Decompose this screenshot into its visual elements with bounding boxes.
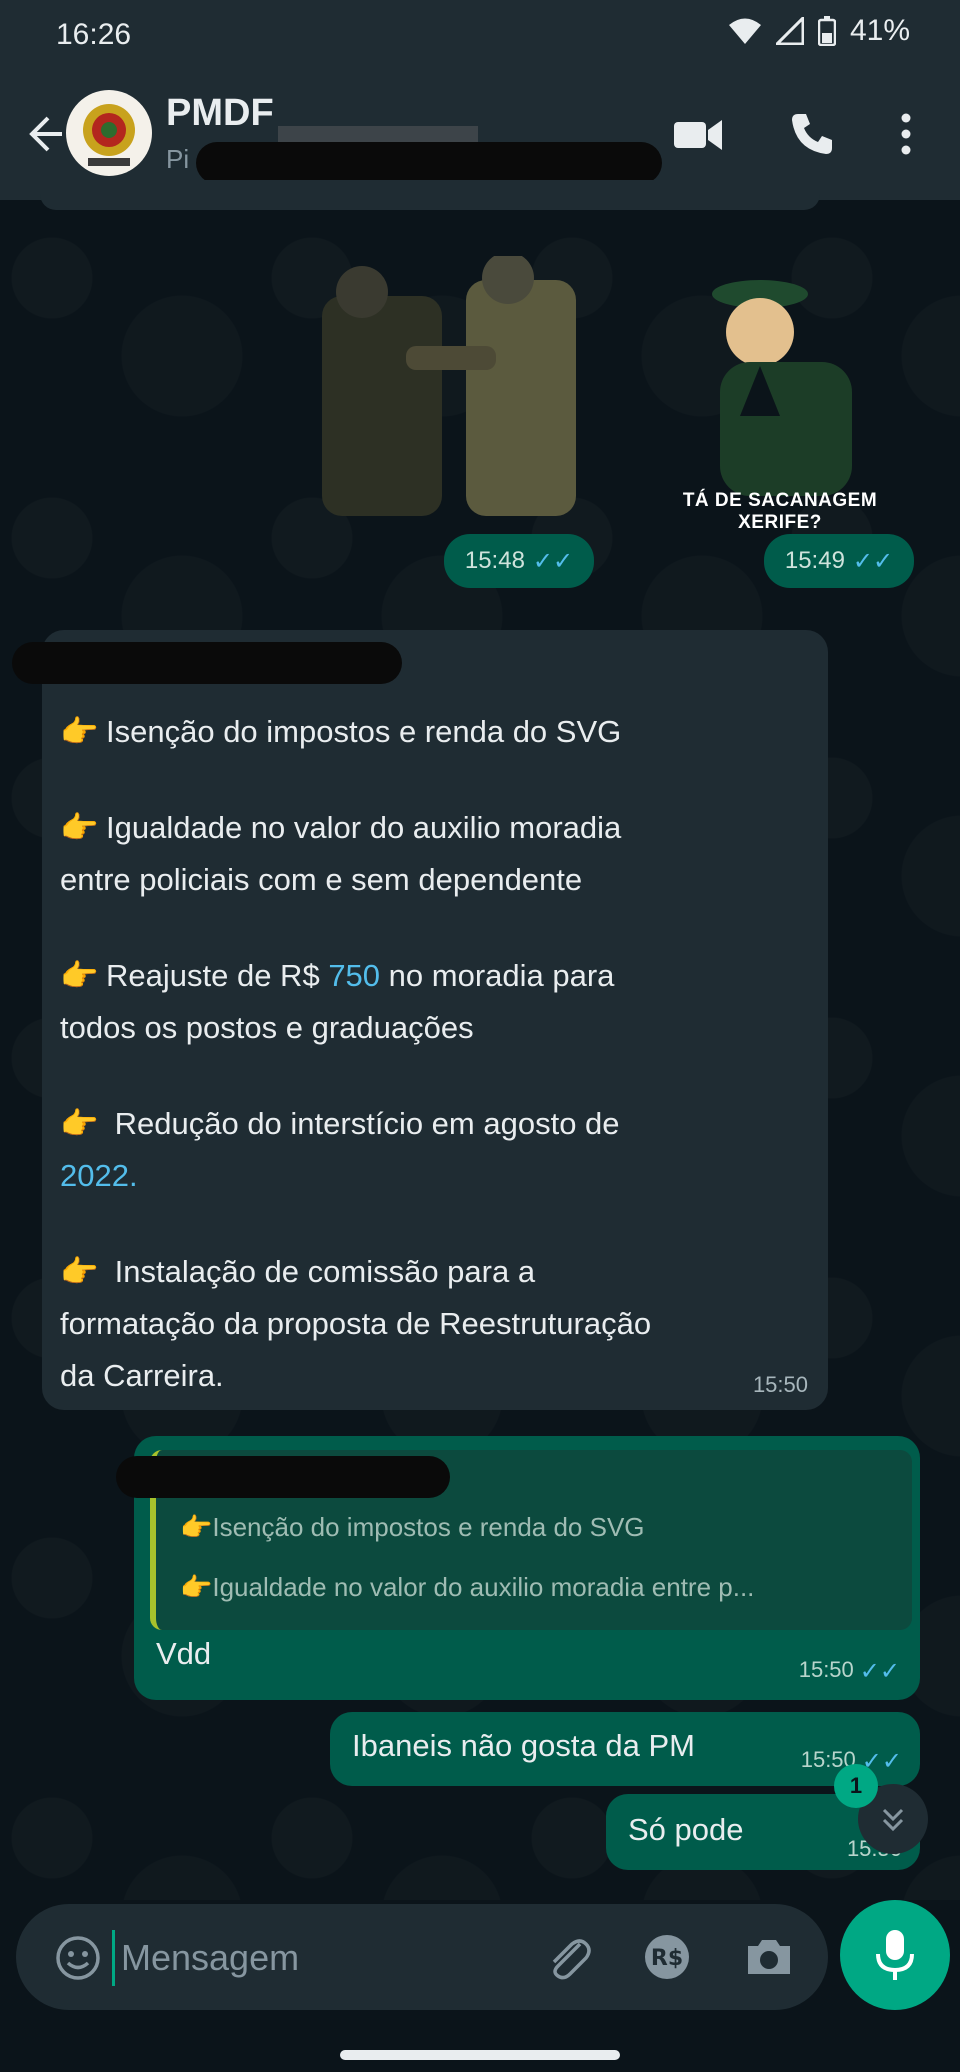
quoted-message[interactable]: 👉Isenção do impostos e renda do SVG 👉Igu…	[116, 1450, 912, 1630]
list-item: 👉 Reajuste de R$ 750 no moradia para	[60, 950, 820, 1002]
list-item-continuation: entre policiais com e sem dependente	[60, 862, 583, 897]
number-link[interactable]: 750	[328, 958, 380, 993]
status-time: 16:26	[56, 18, 132, 51]
chat-area[interactable]: 15:48 ✓✓ TÁ DE SACANAGEM XERIFE? 15:49 ✓✓ …	[0, 180, 960, 1900]
battery-level: 41%	[849, 14, 910, 47]
svg-text:R$: R$	[651, 1946, 683, 1971]
message-time: 15:49	[784, 547, 845, 574]
previous-message-stub	[40, 180, 820, 210]
wifi-icon	[728, 18, 761, 44]
pointing-hand-icon: 👉	[60, 1254, 99, 1289]
phone-call-icon[interactable]	[788, 110, 836, 158]
redaction-mark	[196, 142, 662, 184]
attach-icon[interactable]	[542, 1930, 596, 1984]
read-tick-icon: ✓✓	[532, 547, 574, 575]
unread-badge: 1	[834, 1764, 878, 1808]
list-item-continuation: todos os postos e graduações	[60, 1010, 474, 1045]
emoji-icon[interactable]	[54, 1934, 102, 1982]
camera-icon[interactable]	[742, 1930, 796, 1984]
message-input[interactable]	[112, 1930, 523, 1986]
home-gesture-handle[interactable]	[340, 2050, 620, 2060]
quoted-line: 👉Isenção do impostos e renda do SVG	[180, 1512, 645, 1542]
battery-icon	[817, 16, 836, 46]
message-meta: 15:50 ✓✓	[799, 1657, 900, 1686]
pmdf-emblem-icon	[83, 104, 135, 166]
sticker-time-pill: 15:48 ✓✓	[444, 534, 594, 588]
sticker-caption: TÁ DE SACANAGEM XERIFE?	[682, 490, 878, 533]
outgoing-message-bubble[interactable]: Ibaneis não gosta da PM 15:50 ✓✓	[330, 1712, 920, 1786]
list-item: 👉 Isenção do impostos e renda do SVG	[60, 706, 820, 758]
microphone-icon	[876, 1930, 914, 1980]
list-item-continuation: formatação da proposta de Reestruturação	[60, 1306, 652, 1341]
message-body: 👉 Isenção do impostos e renda do SVG 👉 Igu…	[60, 706, 820, 1402]
message-time: 15:50	[798, 1657, 854, 1682]
contact-name[interactable]: PMDF	[166, 92, 274, 135]
redaction-mark	[12, 642, 402, 684]
incoming-message-bubble[interactable]: 👉 Isenção do impostos e renda do SVG 👉 Igu…	[12, 630, 828, 1410]
pointing-hand-icon: 👉	[60, 958, 99, 993]
redaction-mark	[116, 1456, 450, 1498]
message-time: 15:50	[752, 1372, 808, 1397]
status-bar: 16:26 41%	[0, 0, 960, 70]
list-item: 👉 Igualdade no valor do auxilio moradia	[60, 802, 820, 854]
message-text: Ibaneis não gosta da PM	[352, 1728, 695, 1763]
list-item-continuation: da Carreira.	[60, 1358, 224, 1393]
sticker-time-pill: 15:49 ✓✓	[764, 534, 914, 588]
list-item: 👉 Redução do interstício em agosto de	[60, 1098, 820, 1150]
voice-record-button[interactable]	[840, 1900, 950, 2010]
contact-status: Pi	[166, 144, 190, 174]
message-input-bar: R$	[16, 1904, 828, 2010]
list-item-continuation: 2022.	[60, 1158, 138, 1193]
pointing-hand-icon: 👉	[60, 714, 99, 749]
message-text: Vdd	[156, 1636, 212, 1671]
soldiers-sticker[interactable]	[316, 256, 596, 536]
quoted-line: 👉Igualdade no valor do auxilio moradia e…	[180, 1572, 755, 1602]
read-tick-icon: ✓✓	[852, 547, 894, 575]
pointing-hand-icon: 👉	[60, 810, 99, 845]
back-arrow-icon[interactable]	[18, 110, 66, 158]
avatar[interactable]	[66, 90, 152, 176]
double-chevron-down-icon	[882, 1808, 904, 1832]
payment-icon[interactable]: R$	[640, 1930, 694, 1984]
message-time: 15:48	[464, 547, 525, 574]
sheriff-sticker[interactable]	[700, 276, 860, 496]
video-call-icon[interactable]	[672, 112, 724, 158]
reply-message-bubble[interactable]: 👉Isenção do impostos e renda do SVG 👉Igu…	[116, 1436, 920, 1700]
message-text: Só pode	[628, 1812, 744, 1847]
read-tick-icon: ✓✓	[859, 1658, 900, 1685]
list-item: 👉 Instalação de comissão para a	[60, 1246, 820, 1298]
status-icons: 41%	[728, 14, 910, 48]
more-vert-icon[interactable]	[896, 110, 916, 158]
number-link[interactable]: 2022	[60, 1158, 129, 1193]
pointing-hand-icon: 👉	[60, 1106, 99, 1141]
signal-icon	[775, 17, 804, 45]
